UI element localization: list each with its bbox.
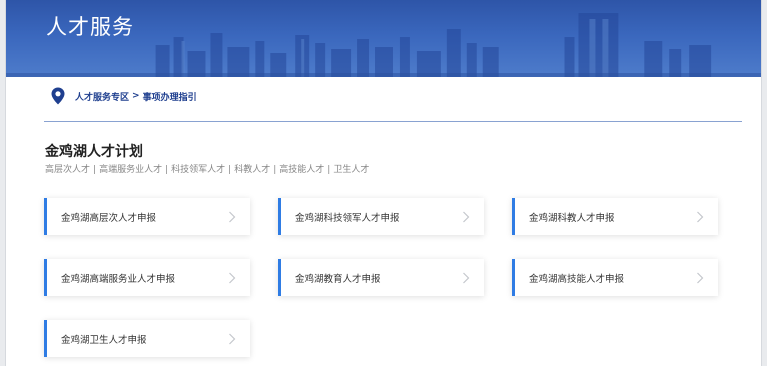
card-label: 金鸡湖卫生人才申报 [61,334,147,346]
card-education-talent[interactable]: 金鸡湖教育人才申报 [278,259,484,296]
chevron-right-icon [463,272,470,283]
card-high-end-service-talent[interactable]: 金鸡湖高端服务业人才申报 [44,259,250,296]
category-item: 科技领军人才 [171,165,226,175]
chevron-right-icon [229,333,236,344]
banner: 人才服务 [6,0,761,77]
category-item: 高技能人才 [279,165,325,175]
category-item: 高端服务业人才 [99,165,163,175]
breadcrumb-link-talent-zone[interactable]: 人才服务专区 [75,90,129,103]
category-separator: | [165,165,169,175]
card-label: 金鸡湖高端服务业人才申报 [61,273,176,285]
chevron-right-icon [697,272,704,283]
category-item: 卫生人才 [333,165,370,175]
card-tech-leader-talent[interactable]: 金鸡湖科技领军人才申报 [278,198,484,235]
card-high-level-talent[interactable]: 金鸡湖高层次人才申报 [44,198,250,235]
chevron-right-icon [229,211,236,222]
card-high-skill-talent[interactable]: 金鸡湖高技能人才申报 [512,259,718,296]
card-health-talent[interactable]: 金鸡湖卫生人才申报 [44,320,250,357]
category-separator: | [327,165,331,175]
category-item: 高层次人才 [45,165,91,175]
card-label: 金鸡湖高技能人才申报 [529,273,625,285]
card-sci-edu-talent[interactable]: 金鸡湖科教人才申报 [512,198,718,235]
breadcrumb-separator: > [132,91,140,101]
card-label: 金鸡湖高层次人才申报 [61,212,157,224]
chevron-right-icon [463,211,470,222]
category-list: 高层次人才 | 高端服务业人才 | 科技领军人才 | 科教人才 | 高技能人才 | 卫生人才 [45,162,369,175]
breadcrumb-current: 事项办理指引 [142,92,197,103]
category-item: 科教人才 [234,165,271,175]
card-label: 金鸡湖教育人才申报 [295,273,381,285]
category-separator: | [273,165,277,175]
location-pin-icon [51,87,65,105]
chevron-right-icon [229,272,236,283]
category-separator: | [228,165,232,175]
chevron-right-icon [697,211,704,222]
card-label: 金鸡湖科技领军人才申报 [295,212,400,224]
breadcrumb: 人才服务专区 > 事项办理指引 [50,87,197,105]
category-separator: | [93,165,97,175]
banner-title: 人才服务 [46,15,134,39]
section-divider [44,121,742,122]
card-label: 金鸡湖科教人才申报 [529,212,615,224]
section-title: 金鸡湖人才计划 [45,144,143,160]
page-frame: 人才服务 人才服务专区 > 事项办理指引 金鸡湖人才计划 高层次人才 | 高端服务业… [5,0,762,366]
